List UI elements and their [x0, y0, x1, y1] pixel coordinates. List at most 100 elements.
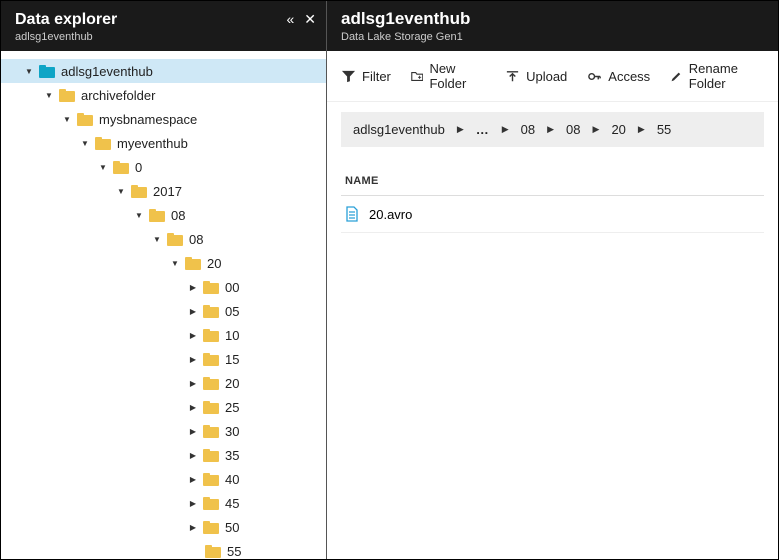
- new-folder-icon: [411, 69, 424, 84]
- chevron-right-icon[interactable]: [187, 403, 199, 412]
- chevron-right-icon[interactable]: [187, 379, 199, 388]
- toolbar-label: New Folder: [429, 61, 485, 91]
- chevron-right-icon[interactable]: [187, 475, 199, 484]
- tree-node[interactable]: 35: [1, 443, 326, 467]
- chevron-down-icon[interactable]: [43, 91, 55, 100]
- tree-node[interactable]: 0: [1, 155, 326, 179]
- rename-folder-button[interactable]: Rename Folder: [670, 61, 764, 91]
- chevron-right-icon[interactable]: [187, 355, 199, 364]
- breadcrumb-part[interactable]: 08: [521, 122, 535, 137]
- tree-node[interactable]: 2017: [1, 179, 326, 203]
- close-icon[interactable]: ✕: [304, 11, 316, 28]
- tree-node[interactable]: myeventhub: [1, 131, 326, 155]
- toolbar-label: Upload: [526, 69, 567, 84]
- folder-icon: [203, 377, 219, 390]
- chevron-down-icon[interactable]: [169, 259, 181, 268]
- folder-icon: [205, 545, 221, 558]
- chevron-down-icon[interactable]: [115, 187, 127, 196]
- tree-node[interactable]: 50: [1, 515, 326, 539]
- file-icon: [345, 206, 359, 222]
- folder-icon: [95, 137, 111, 150]
- chevron-down-icon[interactable]: [97, 163, 109, 172]
- tree-node[interactable]: mysbnamespace: [1, 107, 326, 131]
- chevron-down-icon[interactable]: [133, 211, 145, 220]
- folder-icon: [59, 89, 75, 102]
- sidebar-title: Data explorer: [15, 11, 312, 29]
- main-header: adlsg1eventhub Data Lake Storage Gen1: [327, 1, 778, 51]
- breadcrumb-part[interactable]: 20: [611, 122, 625, 137]
- filter-button[interactable]: Filter: [341, 69, 391, 84]
- tree-label: myeventhub: [117, 136, 188, 151]
- filter-icon: [341, 69, 356, 84]
- folder-icon: [131, 185, 147, 198]
- sidebar-header: Data explorer adlsg1eventhub « ✕: [1, 1, 326, 51]
- new-folder-button[interactable]: New Folder: [411, 61, 485, 91]
- folder-icon: [203, 473, 219, 486]
- chevron-down-icon[interactable]: [151, 235, 163, 244]
- column-header-name[interactable]: NAME: [341, 167, 764, 196]
- tree-label: 40: [225, 472, 239, 487]
- chevron-right-icon[interactable]: [187, 331, 199, 340]
- tree-node[interactable]: 40: [1, 467, 326, 491]
- main-title: adlsg1eventhub: [341, 9, 764, 29]
- chevron-right-icon[interactable]: [187, 451, 199, 460]
- chevron-down-icon[interactable]: [23, 67, 35, 76]
- chevron-right-icon: ▶: [593, 124, 600, 135]
- access-button[interactable]: Access: [587, 69, 650, 84]
- chevron-right-icon[interactable]: [187, 307, 199, 316]
- tree-label: adlsg1eventhub: [61, 64, 153, 79]
- tree-label: 15: [225, 352, 239, 367]
- tree-label: mysbnamespace: [99, 112, 197, 127]
- folder-icon: [167, 233, 183, 246]
- collapse-icon[interactable]: «: [286, 11, 294, 28]
- tree-node[interactable]: 05: [1, 299, 326, 323]
- toolbar-label: Access: [608, 69, 650, 84]
- file-row[interactable]: 20.avro: [341, 196, 764, 233]
- folder-icon: [203, 425, 219, 438]
- tree-label: 45: [225, 496, 239, 511]
- breadcrumb-ellipsis[interactable]: …: [476, 122, 490, 137]
- folder-icon: [149, 209, 165, 222]
- toolbar: Filter New Folder Upload Access Rename F…: [327, 51, 778, 102]
- folder-icon: [203, 329, 219, 342]
- tree-node[interactable]: 10: [1, 323, 326, 347]
- tree-label: 35: [225, 448, 239, 463]
- chevron-right-icon[interactable]: [187, 283, 199, 292]
- chevron-down-icon[interactable]: [61, 115, 73, 124]
- tree-label: 20: [207, 256, 221, 271]
- breadcrumb: adlsg1eventhub ▶ … ▶ 08 ▶ 08 ▶ 20 ▶ 55: [341, 112, 764, 147]
- toolbar-label: Rename Folder: [689, 61, 764, 91]
- tree-node[interactable]: 15: [1, 347, 326, 371]
- folder-tree: adlsg1eventhub archivefolder mysbnamespa…: [1, 51, 326, 559]
- chevron-right-icon[interactable]: [187, 499, 199, 508]
- upload-button[interactable]: Upload: [505, 69, 567, 84]
- chevron-right-icon[interactable]: [187, 427, 199, 436]
- tree-node[interactable]: 08: [1, 227, 326, 251]
- tree-node[interactable]: 20: [1, 371, 326, 395]
- folder-icon: [203, 449, 219, 462]
- chevron-right-icon: ▶: [457, 124, 464, 135]
- tree-node[interactable]: archivefolder: [1, 83, 326, 107]
- folder-icon: [203, 281, 219, 294]
- tree-node[interactable]: 55: [1, 539, 326, 559]
- breadcrumb-part[interactable]: 08: [566, 122, 580, 137]
- tree-label: 30: [225, 424, 239, 439]
- tree-node-root[interactable]: adlsg1eventhub: [1, 59, 326, 83]
- tree-label: 10: [225, 328, 239, 343]
- chevron-down-icon[interactable]: [79, 139, 91, 148]
- tree-label: 20: [225, 376, 239, 391]
- breadcrumb-part[interactable]: 55: [657, 122, 671, 137]
- tree-label: 50: [225, 520, 239, 535]
- tree-node[interactable]: 20: [1, 251, 326, 275]
- tree-node[interactable]: 25: [1, 395, 326, 419]
- folder-icon: [203, 353, 219, 366]
- chevron-right-icon[interactable]: [187, 523, 199, 532]
- chevron-right-icon: ▶: [638, 124, 645, 135]
- main-panel: adlsg1eventhub Data Lake Storage Gen1 Fi…: [327, 1, 778, 559]
- tree-node[interactable]: 08: [1, 203, 326, 227]
- breadcrumb-root[interactable]: adlsg1eventhub: [353, 122, 445, 137]
- tree-node[interactable]: 45: [1, 491, 326, 515]
- tree-label: 05: [225, 304, 239, 319]
- tree-node[interactable]: 00: [1, 275, 326, 299]
- tree-node[interactable]: 30: [1, 419, 326, 443]
